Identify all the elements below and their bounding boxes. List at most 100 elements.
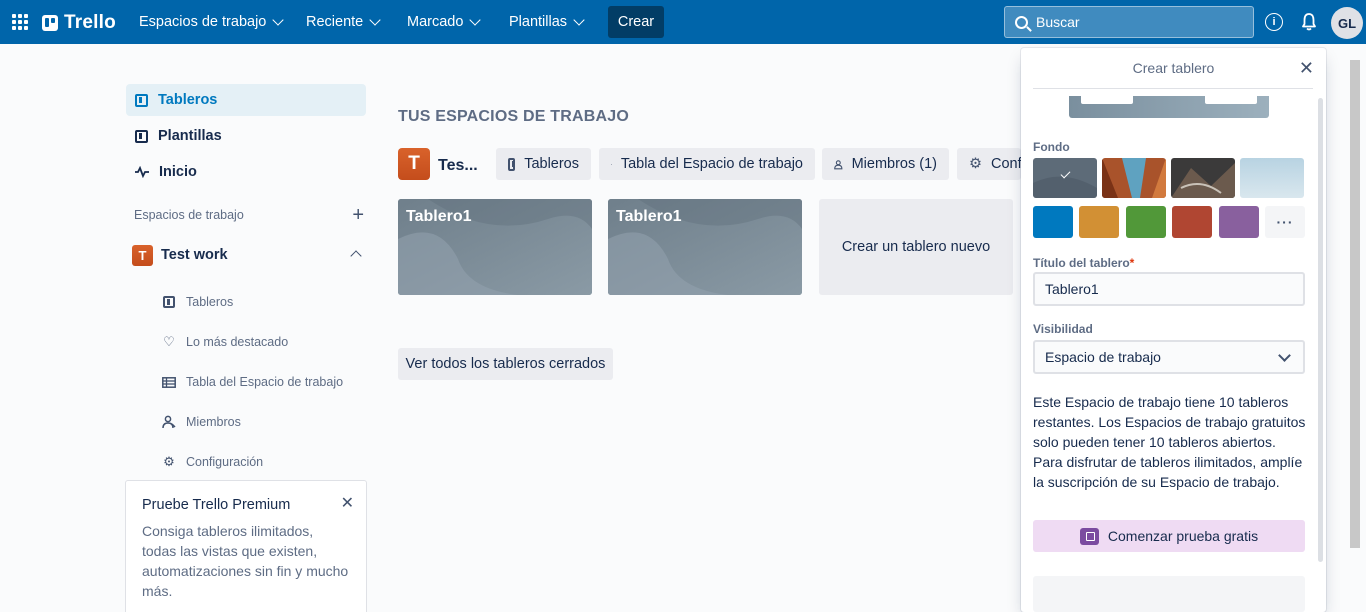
visibility-selected-value: Espacio de trabajo bbox=[1045, 349, 1161, 365]
board-title-label: Título del tablero* bbox=[1033, 256, 1134, 270]
chevron-down-icon bbox=[1278, 349, 1291, 362]
trello-logo[interactable]: Trello bbox=[42, 12, 116, 34]
notifications-bell-icon[interactable] bbox=[1301, 12, 1317, 32]
nav-workspaces-label: Espacios de trabajo bbox=[139, 14, 267, 30]
pill-members[interactable]: Miembros (1) bbox=[822, 148, 949, 180]
create-board-submit-button[interactable] bbox=[1033, 576, 1305, 612]
workspace-sub-item-members[interactable]: Miembros bbox=[162, 412, 241, 432]
workspace-sub-item-settings[interactable]: ⚙ Configuración bbox=[162, 452, 263, 472]
user-avatar[interactable]: GL bbox=[1331, 7, 1363, 39]
premium-title: Pruebe Trello Premium bbox=[142, 497, 291, 513]
background-color-green[interactable] bbox=[1126, 206, 1166, 238]
sidebar-item-templates[interactable]: Plantillas bbox=[126, 120, 366, 152]
close-icon[interactable]: ✕ bbox=[341, 493, 354, 513]
background-label: Fondo bbox=[1033, 140, 1070, 154]
nav-starred[interactable]: Marcado bbox=[407, 0, 482, 44]
divider bbox=[1033, 88, 1313, 89]
workspace-sub-item-table[interactable]: Tabla del Espacio de trabajo bbox=[162, 372, 343, 392]
add-workspace-plus-icon[interactable]: + bbox=[352, 205, 364, 225]
pill-label: Confi bbox=[991, 156, 1021, 172]
nav-templates-label: Plantillas bbox=[509, 14, 568, 30]
chevron-down-icon bbox=[573, 13, 585, 26]
create-new-board-tile[interactable]: Crear un tablero nuevo bbox=[819, 199, 1013, 295]
workspace-avatar: T bbox=[132, 244, 153, 266]
board-title-input[interactable] bbox=[1045, 281, 1295, 297]
sub-item-label: Lo más destacado bbox=[186, 335, 289, 349]
logo-text: Trello bbox=[64, 12, 116, 33]
popover-scrollbar[interactable] bbox=[1318, 98, 1323, 562]
workspaces-header-label: Espacios de trabajo bbox=[134, 208, 244, 222]
sidebar-item-boards[interactable]: Tableros bbox=[126, 84, 366, 116]
create-button[interactable]: Crear bbox=[608, 6, 664, 38]
workspace-item[interactable]: T Test work bbox=[132, 244, 364, 266]
chevron-up-icon[interactable] bbox=[350, 250, 362, 262]
search-box[interactable] bbox=[1004, 6, 1254, 38]
more-backgrounds-button[interactable]: ··· bbox=[1265, 206, 1305, 238]
top-nav-bar: Trello Espacios de trabajo Reciente Marc… bbox=[0, 0, 1366, 44]
table-icon bbox=[611, 163, 612, 165]
nav-templates[interactable]: Plantillas bbox=[509, 0, 585, 44]
board-title: Tablero1 bbox=[406, 208, 472, 225]
board-icon bbox=[162, 295, 176, 309]
search-input[interactable] bbox=[1036, 14, 1236, 30]
visibility-select[interactable]: Espacio de trabajo bbox=[1033, 340, 1305, 374]
start-free-trial-button[interactable]: Comenzar prueba gratis bbox=[1033, 520, 1305, 552]
sub-item-label: Tabla del Espacio de trabajo bbox=[186, 375, 344, 389]
popover-title: Crear tablero bbox=[1132, 60, 1215, 76]
activity-pulse-icon bbox=[135, 166, 149, 178]
app-switcher-icon[interactable] bbox=[12, 14, 28, 30]
sidebar-item-label: Tableros bbox=[158, 92, 218, 108]
person-icon bbox=[834, 159, 843, 169]
nav-workspaces[interactable]: Espacios de trabajo bbox=[139, 0, 285, 44]
background-color-orange[interactable] bbox=[1079, 206, 1119, 238]
gear-icon: ⚙ bbox=[163, 454, 175, 469]
chevron-down-icon bbox=[272, 13, 285, 26]
sidebar-item-label: Plantillas bbox=[158, 128, 222, 144]
required-marker: * bbox=[1129, 256, 1135, 270]
premium-text: Consiga tableros ilimitados, todas las v… bbox=[142, 523, 349, 599]
page-scrollbar[interactable] bbox=[1350, 60, 1360, 548]
board-tile[interactable]: Tablero1 bbox=[608, 199, 802, 295]
table-icon bbox=[162, 375, 176, 389]
background-option-sky[interactable] bbox=[1240, 158, 1304, 198]
board-title-field[interactable] bbox=[1033, 272, 1305, 306]
sidebar-item-label: Inicio bbox=[159, 164, 197, 180]
workspace-name: Tes... bbox=[438, 157, 478, 174]
background-color-purple[interactable] bbox=[1219, 206, 1259, 238]
view-closed-boards-button[interactable]: Ver todos los tableros cerrados bbox=[398, 348, 613, 380]
pill-label: Tableros bbox=[524, 156, 579, 172]
workspace-avatar: T bbox=[398, 148, 430, 180]
close-icon[interactable]: ✕ bbox=[1299, 58, 1314, 78]
background-option-mountains[interactable] bbox=[1171, 158, 1235, 198]
pill-label: Tabla del Espacio de trabajo bbox=[620, 156, 803, 172]
board-icon bbox=[135, 93, 148, 107]
board-icon bbox=[508, 157, 516, 171]
heart-icon: ♡ bbox=[163, 334, 175, 349]
sidebar-item-home[interactable]: Inicio bbox=[126, 156, 366, 188]
background-color-red[interactable] bbox=[1172, 206, 1212, 238]
background-option-selected[interactable] bbox=[1033, 158, 1097, 198]
background-option-canyon[interactable] bbox=[1102, 158, 1166, 198]
pill-settings[interactable]: ⚙ Confi bbox=[957, 148, 1021, 180]
members-icon bbox=[162, 415, 176, 429]
pill-boards[interactable]: Tableros bbox=[496, 148, 591, 180]
nav-recent-label: Reciente bbox=[306, 14, 364, 30]
create-board-popover: Crear tablero ✕ Fondo ··· Título del tab… bbox=[1021, 48, 1326, 612]
chevron-down-icon bbox=[369, 13, 381, 26]
info-icon[interactable]: i bbox=[1265, 13, 1283, 31]
board-preview bbox=[1069, 96, 1269, 118]
sub-item-label: Miembros bbox=[186, 415, 241, 429]
pill-workspace-table[interactable]: Tabla del Espacio de trabajo bbox=[599, 148, 815, 180]
visibility-label: Visibilidad bbox=[1033, 322, 1093, 336]
board-title: Tablero1 bbox=[616, 208, 682, 225]
trial-button-label: Comenzar prueba gratis bbox=[1107, 528, 1259, 544]
search-icon bbox=[1015, 15, 1028, 29]
sub-item-label: Tableros bbox=[186, 295, 234, 309]
premium-promo-card: ✕ Pruebe Trello Premium Consiga tableros… bbox=[125, 480, 367, 612]
templates-icon bbox=[135, 129, 148, 143]
background-color-blue[interactable] bbox=[1033, 206, 1073, 238]
workspace-sub-item-boards[interactable]: Tableros bbox=[162, 292, 233, 312]
nav-recent[interactable]: Reciente bbox=[306, 0, 381, 44]
workspace-sub-item-highlights[interactable]: ♡ Lo más destacado bbox=[162, 332, 288, 352]
board-tile[interactable]: Tablero1 bbox=[398, 199, 592, 295]
